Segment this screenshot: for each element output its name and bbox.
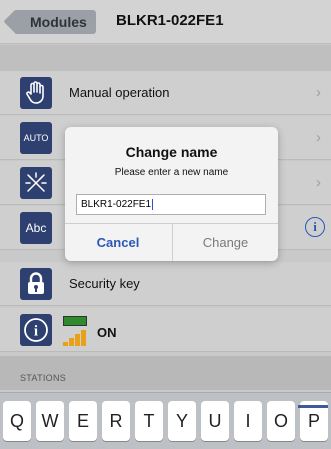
auto-icon-text: AUTO (23, 133, 49, 143)
battery-icon (63, 316, 87, 326)
change-button[interactable]: Change (172, 224, 278, 261)
status-row: i ON (0, 308, 331, 352)
status-text: ON (97, 325, 117, 340)
keyboard: Q W E R T Y U I O P (0, 392, 331, 449)
name-input[interactable]: BLKR1-022FE1 (76, 194, 266, 215)
menu-item-label: Manual operation (69, 85, 170, 100)
key-q[interactable]: Q (3, 401, 31, 441)
sprinkler-off-icon (20, 167, 52, 199)
key-y[interactable]: Y (168, 401, 196, 441)
key-e[interactable]: E (69, 401, 97, 441)
auto-icon: AUTO (20, 122, 52, 154)
name-input-value: BLKR1-022FE1 (81, 199, 152, 210)
key-u[interactable]: U (201, 401, 229, 441)
key-i[interactable]: I (234, 401, 262, 441)
chevron-right-icon: › (316, 84, 321, 101)
key-w[interactable]: W (36, 401, 64, 441)
key-r[interactable]: R (102, 401, 130, 441)
key-press-indicator (298, 405, 328, 408)
key-o[interactable]: O (267, 401, 295, 441)
dialog-message: Please enter a new name (114, 167, 229, 178)
back-button-label: Modules (30, 14, 87, 30)
back-button-modules[interactable]: Modules (14, 10, 96, 34)
page-title: BLKR1-022FE1 (116, 12, 224, 29)
menu-item-manual-operation[interactable]: Manual operation › (0, 71, 331, 115)
abc-icon: Abc (20, 212, 52, 244)
navigation-bar: Modules BLKR1-022FE1 (0, 0, 331, 44)
info-icon[interactable]: i (305, 217, 325, 237)
header-strip (0, 45, 331, 71)
menu-item-security-key[interactable]: Security key (0, 262, 331, 306)
cancel-button[interactable]: Cancel (65, 224, 171, 261)
section-header-label: STATIONS (20, 373, 67, 383)
text-cursor (152, 198, 154, 210)
section-header-stations: STATIONS (0, 356, 331, 390)
info-circle-icon[interactable]: i (20, 314, 52, 346)
dialog-buttons: Cancel Change (65, 223, 278, 261)
dialog-title: Change name (125, 144, 218, 160)
key-t[interactable]: T (135, 401, 163, 441)
chevron-right-icon: › (316, 129, 321, 146)
abc-icon-text: Abc (25, 221, 47, 235)
lock-icon (20, 268, 52, 300)
svg-text:i: i (34, 324, 38, 340)
change-name-dialog: Change name Please enter a new name BLKR… (65, 127, 278, 261)
hand-icon (20, 77, 52, 109)
signal-strength-icon (63, 330, 87, 346)
menu-item-label: Security key (69, 276, 140, 291)
chevron-right-icon: › (316, 174, 321, 191)
